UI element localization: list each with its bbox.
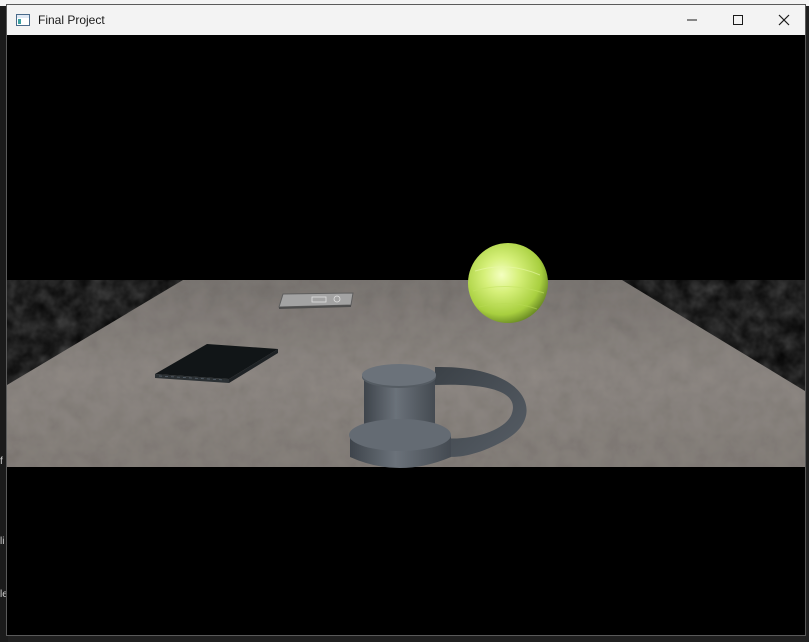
opengl-viewport[interactable] [7, 35, 805, 635]
window-title: Final Project [38, 13, 105, 27]
app-window-icon [16, 14, 30, 26]
close-icon [778, 14, 790, 26]
minimize-button[interactable] [669, 5, 715, 35]
minimize-icon [687, 19, 697, 21]
green-sphere [468, 243, 548, 323]
maximize-button[interactable] [715, 5, 761, 35]
scene-render [7, 243, 805, 468]
app-window: Final Project [6, 4, 806, 636]
close-button[interactable] [761, 5, 805, 35]
title-bar[interactable]: Final Project [7, 5, 805, 35]
maximize-icon [733, 15, 743, 25]
remote-control [278, 292, 354, 309]
